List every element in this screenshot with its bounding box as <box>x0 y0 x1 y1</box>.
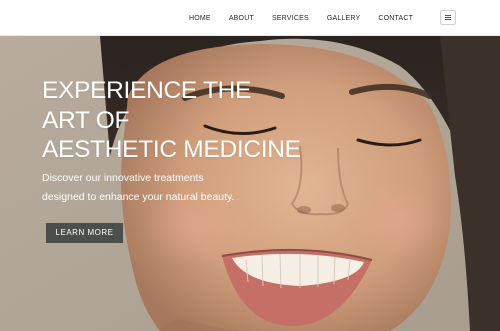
learn-more-button[interactable]: LEARN MORE <box>46 222 123 243</box>
nav-services[interactable]: SERVICES <box>272 15 309 22</box>
hero-copy: EXPERIENCE THE ART OF AESTHETIC MEDICINE… <box>42 76 301 243</box>
hero-title-line: EXPERIENCE THE <box>42 77 252 104</box>
menu-toggle-button[interactable] <box>440 10 456 25</box>
hero-subtitle: Discover our innovative treatments desig… <box>42 169 301 207</box>
nav-gallery[interactable]: GALLERY <box>327 15 361 22</box>
main-nav: HOME ABOUT SERVICES GALLERY CONTACT <box>178 0 431 36</box>
hamburger-icon <box>445 15 451 20</box>
landing-page: HOME ABOUT SERVICES GALLERY CONTACT EXPE… <box>0 0 500 331</box>
nav-about[interactable]: ABOUT <box>229 15 254 22</box>
hero-subtitle-line: designed to enhance your natural beauty. <box>42 190 235 203</box>
site-header: HOME ABOUT SERVICES GALLERY CONTACT <box>0 0 500 36</box>
hero-section: EXPERIENCE THE ART OF AESTHETIC MEDICINE… <box>0 36 500 331</box>
nav-home[interactable]: HOME <box>189 15 211 22</box>
nav-contact[interactable]: CONTACT <box>378 15 413 22</box>
hero-title: EXPERIENCE THE ART OF AESTHETIC MEDICINE <box>42 76 301 165</box>
hero-subtitle-line: Discover our innovative treatments <box>42 171 204 184</box>
hero-title-line: AESTHETIC MEDICINE <box>42 136 301 163</box>
hero-title-line: ART OF <box>42 106 130 134</box>
